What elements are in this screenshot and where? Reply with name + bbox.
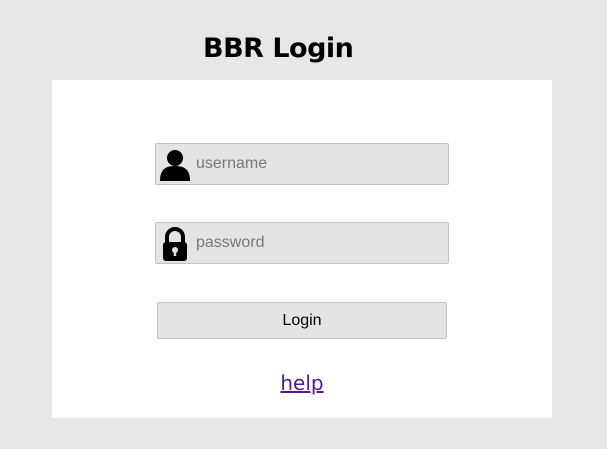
help-link[interactable]: help bbox=[52, 368, 552, 398]
password-input[interactable] bbox=[196, 223, 444, 263]
lock-icon bbox=[159, 227, 191, 261]
page-title: BBR Login bbox=[203, 33, 354, 64]
password-field[interactable] bbox=[155, 222, 449, 264]
login-button[interactable]: Login bbox=[157, 302, 447, 339]
username-input[interactable] bbox=[196, 144, 444, 184]
login-card: Login help bbox=[52, 80, 552, 418]
user-icon bbox=[159, 148, 191, 182]
username-field[interactable] bbox=[155, 143, 449, 185]
